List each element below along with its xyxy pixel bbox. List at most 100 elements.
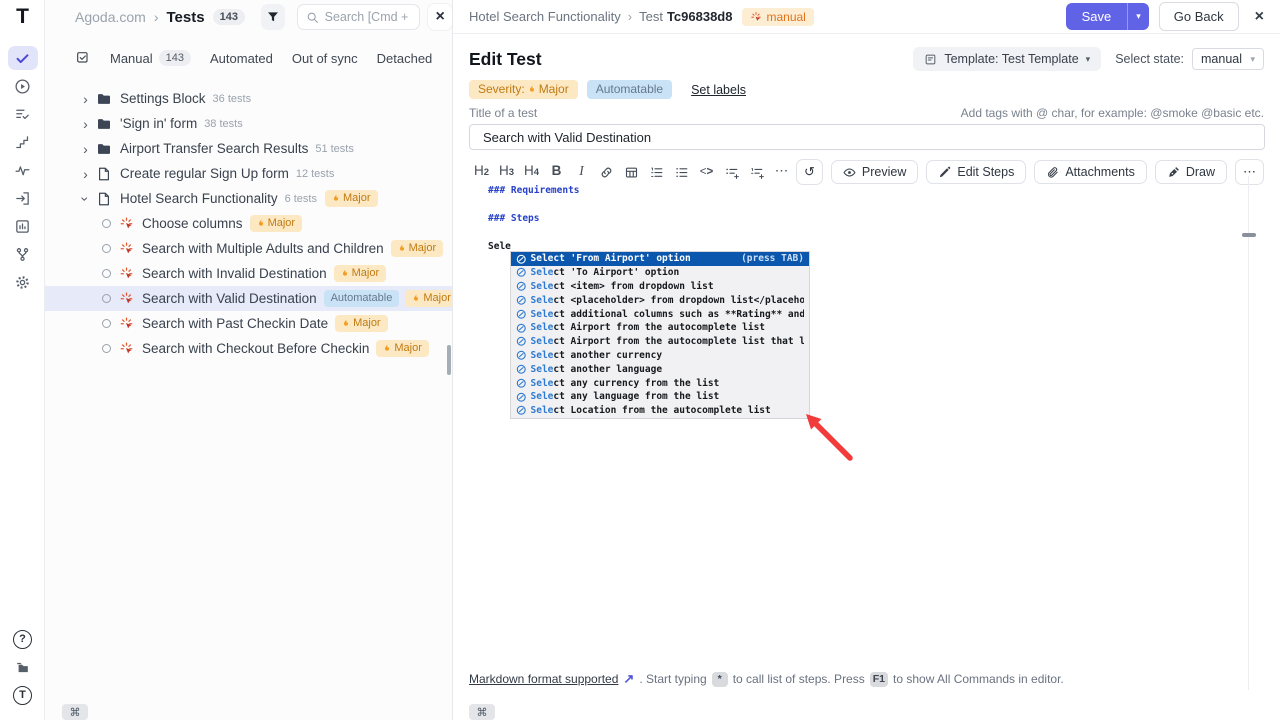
breadcrumb-parent[interactable]: Hotel Search Functionality <box>469 9 621 24</box>
tree-scrollbar-thumb[interactable] <box>447 345 451 375</box>
bullet-list-icon[interactable] <box>669 165 694 180</box>
nav-settings[interactable] <box>8 270 38 294</box>
autocomplete-item[interactable]: Select Airport from the autocomplete lis… <box>511 335 809 349</box>
test-status-circle-icon <box>102 269 111 278</box>
autocomplete-item[interactable]: Select additional columns such as **Rati… <box>511 307 809 321</box>
nav-runs[interactable] <box>8 74 38 98</box>
tab-automated[interactable]: Automated <box>210 51 273 66</box>
tree-folder-row[interactable]: ›Create regular Sign Up form12 tests <box>45 161 452 186</box>
chevron-icon[interactable]: › <box>78 166 93 182</box>
breadcrumb-project[interactable]: Agoda.com <box>75 9 146 25</box>
test-title-input[interactable] <box>469 124 1265 150</box>
nav-import[interactable] <box>8 186 38 210</box>
nav-profile[interactable]: T <box>8 683 38 707</box>
edit-heading-row: Edit Test Template: Test Template ▾ Sele… <box>469 47 1264 71</box>
tree-close-button[interactable]: × <box>428 4 452 30</box>
template-select[interactable]: Template: Test Template ▾ <box>913 47 1101 71</box>
nav-projects[interactable] <box>8 655 38 679</box>
autocomplete-match-text: Sele <box>531 281 554 292</box>
autocomplete-item[interactable]: Select <item> from dropdown list <box>511 280 809 294</box>
tree-folder-row[interactable]: ›Settings Block36 tests <box>45 86 452 111</box>
tab-out-of-sync[interactable]: Out of sync <box>292 51 358 66</box>
ordered-list-add-icon[interactable] <box>744 165 769 180</box>
attachments-button[interactable]: Attachments <box>1034 160 1146 184</box>
tab-manual[interactable]: Manual143 <box>110 50 191 66</box>
autocomplete-match-text: Sele <box>531 364 554 375</box>
autocomplete-item[interactable]: Select <placeholder> from dropdown list<… <box>511 293 809 307</box>
markdown-help-link[interactable]: Markdown format supported <box>469 672 618 686</box>
suite-doc-icon <box>96 166 112 182</box>
nav-tests[interactable] <box>8 46 38 70</box>
nav-pulse[interactable] <box>8 158 38 182</box>
table-icon[interactable] <box>619 165 644 180</box>
code-button[interactable]: <> <box>694 160 719 184</box>
tree-folder-row[interactable]: ›Airport Transfer Search Results51 tests <box>45 136 452 161</box>
edit-steps-button[interactable]: Edit Steps <box>926 160 1026 184</box>
nav-help[interactable]: ? <box>8 627 38 651</box>
badges-row: Severity: Major Automatable Set labels <box>469 80 1264 99</box>
severity-chip: Major <box>376 340 429 357</box>
search-input[interactable] <box>325 10 412 24</box>
autocomplete-item[interactable]: Select 'From Airport' option(press TAB) <box>511 252 809 266</box>
tree-test-row[interactable]: Search with Checkout Before CheckinMajor <box>45 336 452 361</box>
step-icon <box>516 309 527 320</box>
autocomplete-item[interactable]: Select another language <box>511 362 809 376</box>
flame-icon <box>528 84 536 95</box>
tree-folder-row[interactable]: ›'Sign in' form38 tests <box>45 111 452 136</box>
tree-test-row[interactable]: Search with Valid DestinationAutomatable… <box>45 286 452 311</box>
autocomplete-popup: Select 'From Airport' option(press TAB)S… <box>510 251 810 419</box>
command-key-badge[interactable]: ⌘ <box>62 704 88 720</box>
chevron-icon[interactable]: › <box>78 91 93 107</box>
ordered-list-icon[interactable] <box>644 165 669 180</box>
draw-button[interactable]: Draw <box>1155 160 1227 184</box>
autocomplete-item[interactable]: Select another currency <box>511 349 809 363</box>
autocomplete-item[interactable]: Select 'To Airport' option <box>511 266 809 280</box>
more-actions-button[interactable]: ⋯ <box>1235 159 1264 185</box>
bulk-edit-icon[interactable] <box>75 50 91 66</box>
tree-test-row[interactable]: Search with Past Checkin DateMajor <box>45 311 452 336</box>
funnel-icon <box>266 10 280 24</box>
autocomplete-item[interactable]: Select any currency from the list <box>511 376 809 390</box>
tree-test-row[interactable]: Search with Invalid DestinationMajor <box>45 261 452 286</box>
panel-close-button[interactable]: × <box>1255 8 1264 26</box>
nav-steps[interactable] <box>8 130 38 154</box>
severity-badge[interactable]: Severity: Major <box>469 80 578 99</box>
state-badge: manual <box>742 8 813 26</box>
nav-branches[interactable] <box>8 242 38 266</box>
automatable-badge[interactable]: Automatable <box>587 80 672 99</box>
bar-chart-icon <box>14 218 31 235</box>
manual-test-icon <box>119 316 134 331</box>
save-button[interactable]: Save <box>1066 3 1128 30</box>
tab-detached[interactable]: Detached <box>377 51 433 66</box>
autocomplete-item[interactable]: Select Airport from the autocomplete lis… <box>511 321 809 335</box>
nav-test-plans[interactable] <box>8 102 38 126</box>
link-icon[interactable] <box>594 165 619 180</box>
nav-analytics[interactable] <box>8 214 38 238</box>
severity-chip-label: Major <box>343 191 371 206</box>
set-labels-link[interactable]: Set labels <box>691 83 746 97</box>
chevron-icon[interactable]: › <box>78 116 93 132</box>
autocomplete-item[interactable]: Select any language from the list <box>511 390 809 404</box>
go-back-button[interactable]: Go Back <box>1159 2 1239 31</box>
chevron-icon[interactable]: › <box>78 141 93 157</box>
save-dropdown-button[interactable]: ▾ <box>1127 3 1149 30</box>
bullet-list-add-icon[interactable] <box>719 165 744 180</box>
tree-test-row[interactable]: Search with Multiple Adults and Children… <box>45 236 452 261</box>
chevron-icon[interactable]: › <box>78 191 94 206</box>
state-select[interactable]: manual ▾ <box>1192 48 1264 70</box>
tree-test-row[interactable]: Choose columnsMajor <box>45 211 452 236</box>
preview-button[interactable]: Preview <box>831 160 918 184</box>
tree-folder-row[interactable]: ›Hotel Search Functionality6 testsMajor <box>45 186 452 211</box>
severity-chip-label: Major <box>268 216 296 231</box>
breadcrumb-section[interactable]: Tests <box>167 9 205 26</box>
filter-button[interactable] <box>261 4 285 30</box>
editor-toolbar: H2 H3 H4 B I <> ⋯ ↺ Preview Edit Step <box>469 159 1264 185</box>
autocomplete-item-text: Select Location from the autocomplete li… <box>531 405 771 416</box>
more-formats-button[interactable]: ⋯ <box>769 159 794 185</box>
tree-rows: ›Settings Block36 tests›'Sign in' form38… <box>45 86 452 361</box>
history-button[interactable]: ↺ <box>796 159 823 185</box>
markdown-editor[interactable]: ### Requirements ### Steps Sele <box>488 176 580 260</box>
editor-scrollbar-thumb[interactable] <box>1242 233 1256 237</box>
autocomplete-item[interactable]: Select Location from the autocomplete li… <box>511 404 809 418</box>
command-key-badge[interactable]: ⌘ <box>469 704 495 720</box>
